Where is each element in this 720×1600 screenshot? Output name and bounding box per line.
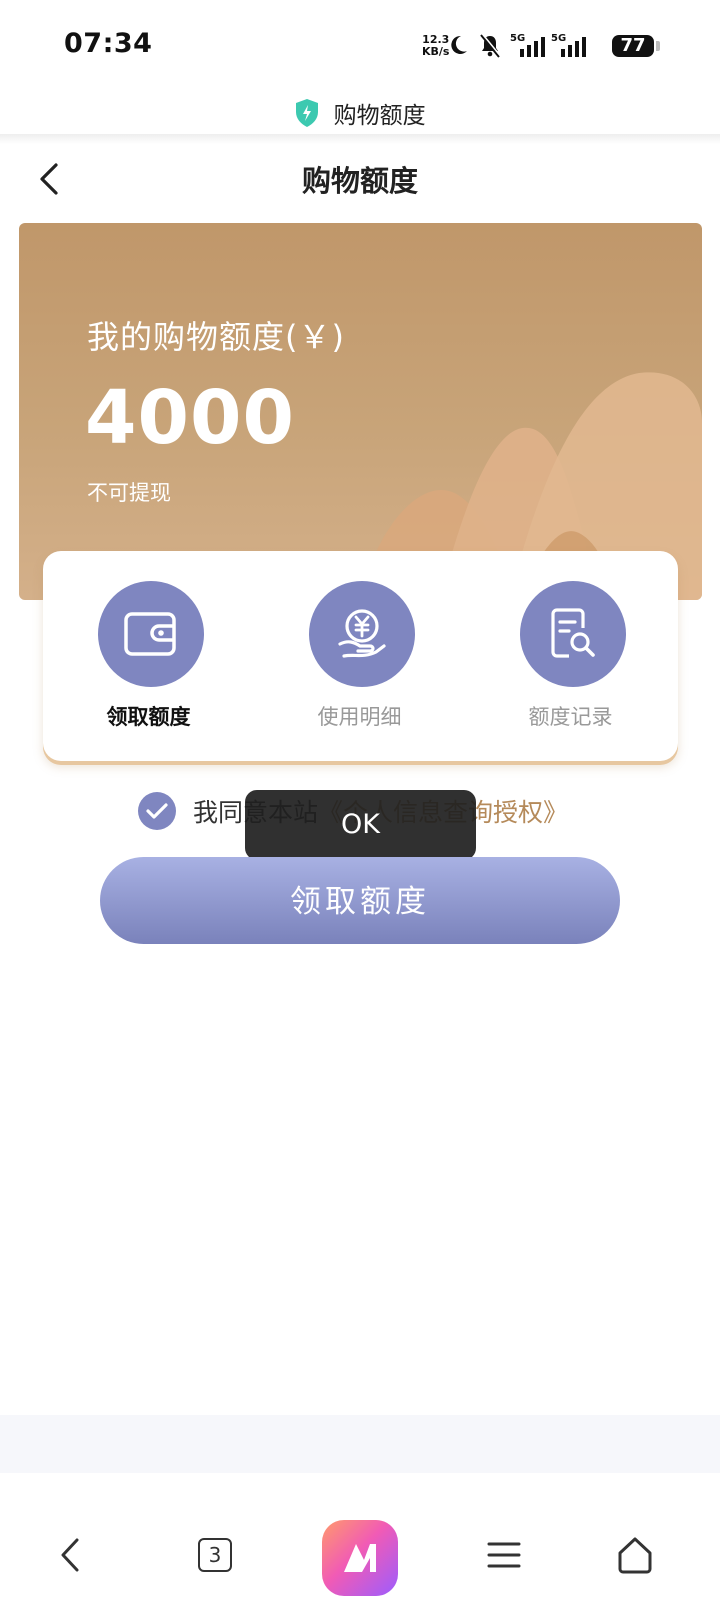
signal-bars-icon	[520, 37, 545, 57]
yen-hand-icon-circle	[309, 581, 415, 687]
document-search-icon	[551, 608, 595, 658]
nav-tabs-button[interactable]: 3	[185, 1520, 245, 1590]
chevron-left-icon	[61, 1538, 79, 1572]
page-title: 购物额度	[301, 164, 418, 198]
battery-cap	[656, 41, 660, 51]
home-icon	[618, 1537, 652, 1574]
status-time: 07:34	[64, 28, 153, 59]
credit-note: 不可提现	[87, 481, 171, 505]
site-title: 购物额度	[333, 103, 426, 129]
credit-label: 我的购物额度(￥)	[87, 318, 345, 356]
moon-icon	[451, 35, 467, 54]
site-title-bar: 购物额度	[0, 96, 720, 138]
shield-icon	[296, 99, 319, 127]
tab-count: 3	[198, 1538, 232, 1572]
agreement-checkbox[interactable]	[138, 792, 176, 830]
credit-amount: 4000	[85, 375, 295, 461]
signal-bars-icon	[561, 37, 586, 57]
action-label: 领取额度	[106, 705, 191, 729]
document-search-icon-circle	[520, 581, 626, 687]
claim-credit-button[interactable]: 领取额度	[100, 857, 620, 944]
title-divider	[0, 134, 720, 144]
checkmark-icon	[146, 803, 168, 819]
nav-back-button[interactable]	[40, 1520, 100, 1590]
yen-hand-icon	[338, 609, 386, 658]
browser-logo-icon	[344, 1544, 376, 1572]
menu-icon	[487, 1542, 521, 1568]
action-label: 使用明细	[317, 705, 402, 729]
page-bottom-strip	[0, 1415, 720, 1473]
action-usage-details[interactable]: 使用明细	[254, 551, 465, 761]
actions-card: 领取额度 使用明细 额度记录	[43, 551, 678, 761]
toast-message: OK	[245, 790, 476, 860]
wallet-icon	[124, 612, 176, 656]
action-credit-records[interactable]: 额度记录	[465, 551, 676, 761]
nav-menu-button[interactable]	[474, 1520, 534, 1590]
bell-muted-icon	[480, 33, 502, 58]
battery-indicator: 77	[612, 35, 654, 57]
wallet-icon-circle	[98, 581, 204, 687]
action-claim-credit[interactable]: 领取额度	[43, 551, 254, 761]
browser-home-logo-button[interactable]	[322, 1520, 398, 1596]
nav-home-button[interactable]	[605, 1520, 665, 1590]
action-label: 额度记录	[528, 705, 613, 729]
